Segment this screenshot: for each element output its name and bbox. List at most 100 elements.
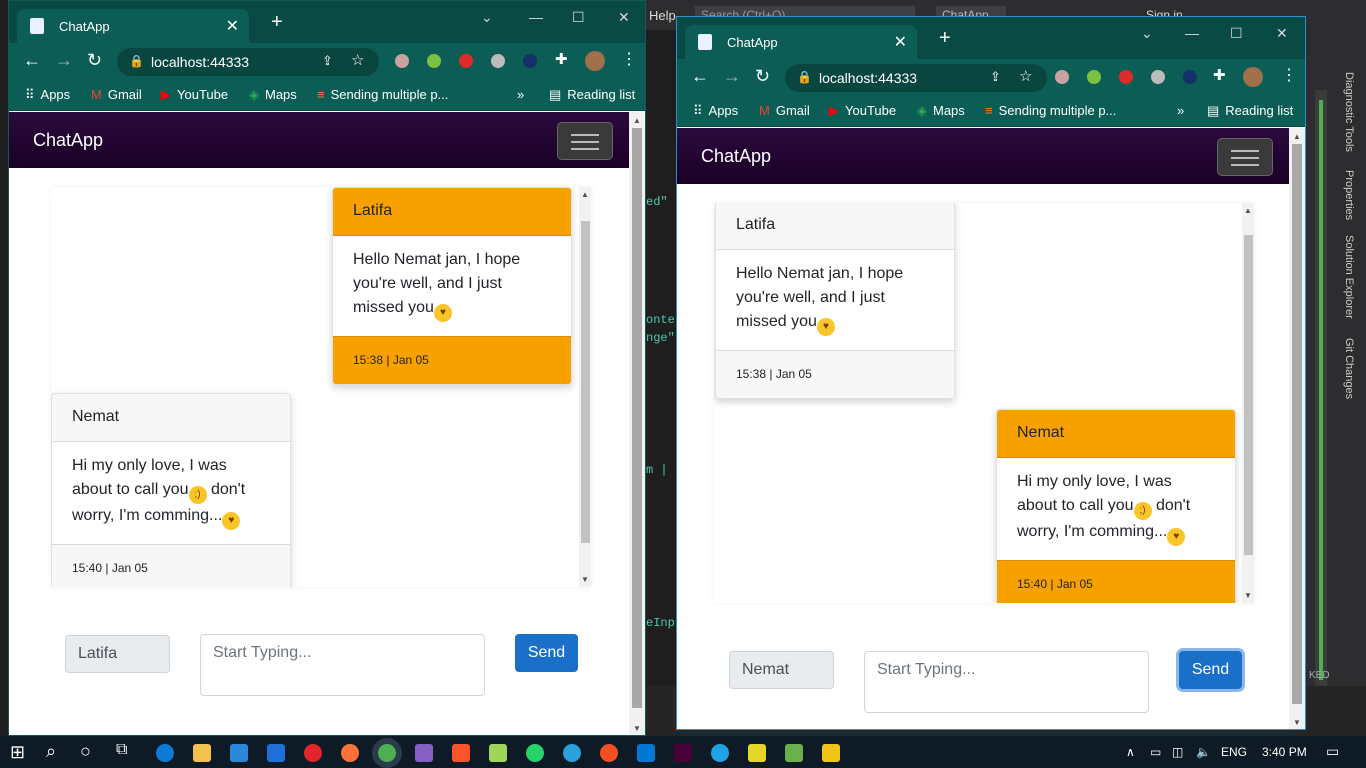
- forward-icon[interactable]: →: [55, 51, 73, 69]
- minimize-icon[interactable]: —: [1185, 25, 1199, 41]
- notifications-icon[interactable]: ▭: [1326, 743, 1339, 760]
- message-input[interactable]: Start Typing...: [200, 634, 485, 696]
- lock-icon[interactable]: 🔒: [129, 54, 144, 68]
- reload-icon[interactable]: ↻: [87, 51, 102, 69]
- tab-search-icon[interactable]: ⌄: [1141, 25, 1153, 42]
- extension-icon[interactable]: [1183, 70, 1197, 84]
- language-indicator[interactable]: ENG: [1221, 745, 1247, 759]
- telegram-icon[interactable]: [563, 744, 581, 762]
- scroll-down-icon[interactable]: ▼: [1244, 591, 1252, 600]
- new-tab-icon[interactable]: +: [271, 11, 283, 34]
- back-icon[interactable]: ←: [23, 51, 41, 69]
- navbar-toggle-button[interactable]: [557, 122, 613, 160]
- battery-icon[interactable]: ▭: [1150, 745, 1161, 759]
- profile-avatar[interactable]: [585, 51, 605, 71]
- adobe-xd-icon[interactable]: [674, 744, 692, 762]
- extension-icon[interactable]: [459, 54, 473, 68]
- extension-icon[interactable]: [1087, 70, 1101, 84]
- search-icon[interactable]: ⌕: [46, 741, 56, 762]
- chat-scroll-thumb[interactable]: [1244, 235, 1253, 555]
- bookmarks-overflow-icon[interactable]: »: [1177, 103, 1184, 118]
- username-field[interactable]: Latifa: [65, 635, 170, 673]
- send-button[interactable]: Send: [515, 634, 578, 672]
- chat-messages-box[interactable]: Latifa Hello Nemat jan, I hope you're we…: [714, 203, 1254, 603]
- git-icon[interactable]: [822, 744, 840, 762]
- menu-kebab-icon[interactable]: ⋮: [621, 51, 637, 69]
- file-explorer-icon[interactable]: [193, 744, 211, 762]
- bookmark-sending-multiple[interactable]: ≡ Sending multiple p...: [985, 103, 1116, 118]
- chat-scrollbar[interactable]: ▲ ▼: [1242, 203, 1254, 603]
- vscode-icon[interactable]: [637, 744, 655, 762]
- windows-start-icon[interactable]: ⊞: [10, 742, 25, 763]
- tray-overflow-icon[interactable]: ∧: [1126, 745, 1135, 759]
- mail-icon[interactable]: [267, 744, 285, 762]
- bookmark-maps[interactable]: ◈ Maps: [917, 103, 965, 119]
- maximize-icon[interactable]: ☐: [572, 9, 585, 26]
- close-window-icon[interactable]: ✕: [618, 9, 630, 26]
- opera-icon[interactable]: [304, 744, 322, 762]
- tab-search-icon[interactable]: ⌄: [481, 9, 493, 26]
- vs-tab-diagnostic-tools[interactable]: Diagnostic Tools: [1343, 72, 1355, 152]
- bookmark-sending-multiple[interactable]: ≡ Sending multiple p...: [317, 87, 448, 102]
- bookmark-apps[interactable]: ⠿ Apps: [25, 87, 70, 103]
- network-icon[interactable]: ◫: [1172, 745, 1183, 759]
- extension-icon[interactable]: [1055, 70, 1069, 84]
- vs-scroll-gutter[interactable]: [1315, 90, 1327, 690]
- extension-icon[interactable]: [523, 54, 537, 68]
- message-input[interactable]: Start Typing...: [864, 651, 1149, 713]
- page-scroll-thumb[interactable]: [1292, 144, 1302, 704]
- page-scroll-thumb[interactable]: [632, 128, 642, 708]
- extension-icon[interactable]: [427, 54, 441, 68]
- media-player-icon[interactable]: [748, 744, 766, 762]
- close-window-icon[interactable]: ✕: [1276, 25, 1288, 42]
- brave-icon[interactable]: [452, 744, 470, 762]
- close-tab-icon[interactable]: ✕: [894, 32, 907, 52]
- vs-menu-help[interactable]: Help: [649, 8, 676, 23]
- app-icon[interactable]: [711, 744, 729, 762]
- app-icon[interactable]: [600, 744, 618, 762]
- puzzle-extensions-icon[interactable]: ✚: [555, 50, 569, 68]
- chat-scrollbar[interactable]: ▲ ▼: [579, 187, 591, 587]
- edge-icon[interactable]: [156, 744, 174, 762]
- visual-studio-icon[interactable]: [415, 744, 433, 762]
- vs-tab-solution-explorer[interactable]: Solution Explorer: [1343, 235, 1355, 319]
- page-scrollbar[interactable]: ▲ ▼: [629, 112, 645, 735]
- profile-avatar[interactable]: [1243, 67, 1263, 87]
- task-view-icon[interactable]: ⧉: [116, 741, 127, 759]
- chat-scroll-thumb[interactable]: [581, 221, 590, 543]
- new-tab-icon[interactable]: +: [939, 27, 951, 50]
- reading-list-button[interactable]: ▤ Reading list: [1207, 103, 1293, 119]
- extension-icon[interactable]: [1119, 70, 1133, 84]
- lock-icon[interactable]: 🔒: [797, 70, 812, 84]
- scroll-up-icon[interactable]: ▲: [1293, 132, 1301, 141]
- forward-icon[interactable]: →: [723, 67, 741, 85]
- reload-icon[interactable]: ↻: [755, 67, 770, 85]
- scroll-down-icon[interactable]: ▼: [633, 724, 641, 733]
- maximize-icon[interactable]: ☐: [1230, 25, 1243, 42]
- whatsapp-icon[interactable]: [526, 744, 544, 762]
- chrome-icon[interactable]: [378, 744, 396, 762]
- app-brand[interactable]: ChatApp: [701, 146, 771, 167]
- bookmark-apps[interactable]: ⠿ Apps: [693, 103, 738, 119]
- address-bar[interactable]: 🔒 localhost:44333 ⇪ ☆: [117, 48, 379, 76]
- chat-messages-box[interactable]: Latifa Hello Nemat jan, I hope you're we…: [51, 187, 591, 587]
- bookmark-star-icon[interactable]: ☆: [1019, 67, 1032, 85]
- notepad-icon[interactable]: [489, 744, 507, 762]
- firefox-icon[interactable]: [341, 744, 359, 762]
- browser-tab[interactable]: ChatApp ✕: [17, 9, 249, 43]
- bookmarks-overflow-icon[interactable]: »: [517, 87, 524, 102]
- minimize-icon[interactable]: —: [529, 9, 543, 25]
- bookmark-youtube[interactable]: ▶ YouTube: [829, 103, 896, 119]
- vs-tab-git-changes[interactable]: Git Changes: [1343, 338, 1355, 399]
- scroll-up-icon[interactable]: ▲: [633, 116, 641, 125]
- scroll-down-icon[interactable]: ▼: [581, 575, 589, 584]
- clock[interactable]: 3:40 PM: [1262, 745, 1307, 759]
- app-brand[interactable]: ChatApp: [33, 130, 103, 151]
- vs-tab-properties[interactable]: Properties: [1343, 170, 1355, 220]
- puzzle-extensions-icon[interactable]: ✚: [1213, 66, 1227, 84]
- app-icon[interactable]: [785, 744, 803, 762]
- cortana-icon[interactable]: ○: [80, 741, 91, 762]
- bookmark-gmail[interactable]: M Gmail: [759, 103, 810, 118]
- browser-tab[interactable]: ChatApp ✕: [685, 25, 917, 59]
- bookmark-maps[interactable]: ◈ Maps: [249, 87, 297, 103]
